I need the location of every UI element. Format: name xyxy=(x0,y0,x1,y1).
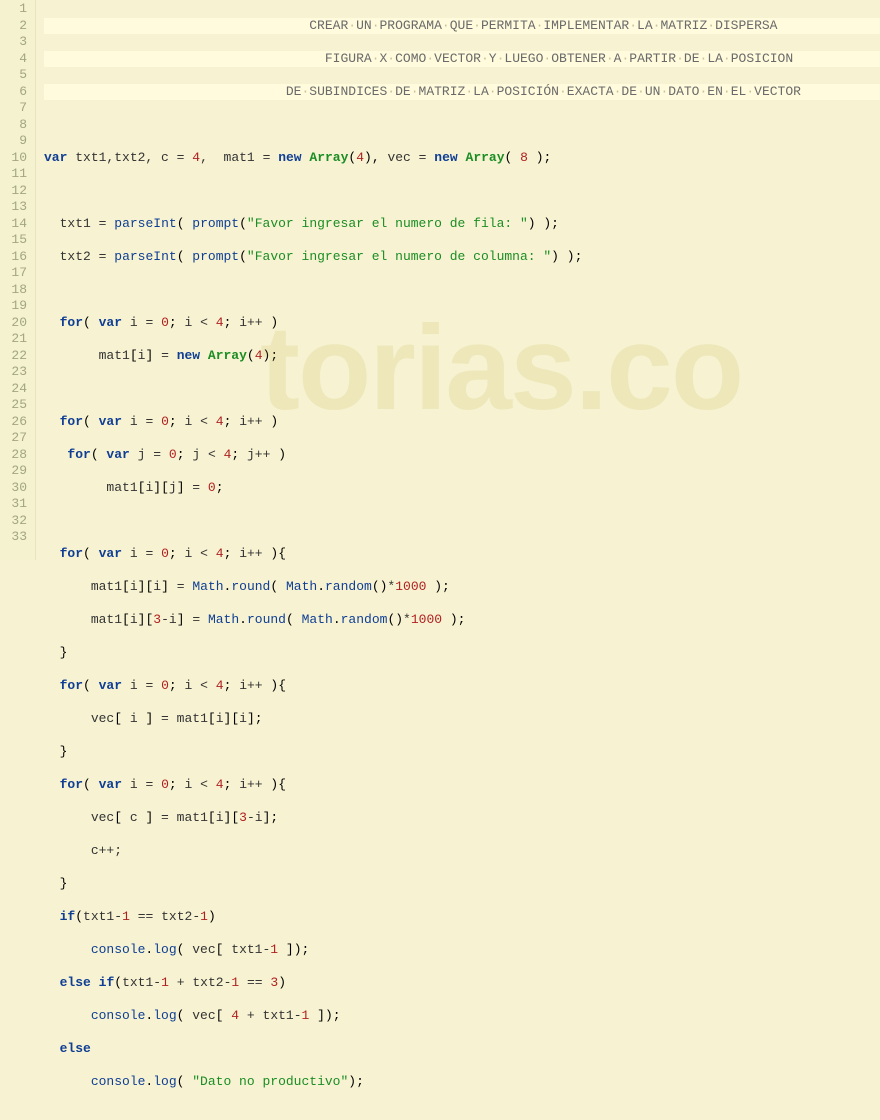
line-number: 12 xyxy=(0,183,27,200)
line-number: 11 xyxy=(0,166,27,183)
line-number: 23 xyxy=(0,364,27,381)
comment: CREAR·UN·PROGRAMA·QUE·PERMITA·IMPLEMENTA… xyxy=(309,18,777,35)
line-number: 19 xyxy=(0,298,27,315)
line-number: 17 xyxy=(0,265,27,282)
code-line: mat1[i][j] = 0; xyxy=(44,480,880,497)
code-line: FIGURA·X·COMO·VECTOR·Y·LUEGO·OBTENER·A·P… xyxy=(44,51,880,68)
line-number: 9 xyxy=(0,133,27,150)
line-number: 28 xyxy=(0,447,27,464)
code-line xyxy=(44,183,880,200)
code-line: for( var i = 0; i < 4; i++ ){ xyxy=(44,678,880,695)
code-line: } xyxy=(44,876,880,893)
line-number: 6 xyxy=(0,84,27,101)
line-number: 25 xyxy=(0,397,27,414)
line-number: 31 xyxy=(0,496,27,513)
line-number: 1 xyxy=(0,1,27,18)
code-line: else if(txt1-1 + txt2-1 == 3) xyxy=(44,975,880,992)
line-number: 4 xyxy=(0,51,27,68)
line-number: 13 xyxy=(0,199,27,216)
code-line: if(txt1-1 == txt2-1) xyxy=(44,909,880,926)
code-line: CREAR·UN·PROGRAMA·QUE·PERMITA·IMPLEMENTA… xyxy=(44,18,880,35)
line-number: 7 xyxy=(0,100,27,117)
code-line: } xyxy=(44,744,880,761)
code-line: c++; xyxy=(44,843,880,860)
line-number: 20 xyxy=(0,315,27,332)
line-number: 18 xyxy=(0,282,27,299)
line-number: 22 xyxy=(0,348,27,365)
code-line: for( var j = 0; j < 4; j++ ) xyxy=(44,447,880,464)
line-number: 16 xyxy=(0,249,27,266)
code-line: DE·SUBINDICES·DE·MATRIZ·LA·POSICIÓN·EXAC… xyxy=(44,84,880,101)
code-line: console.log( vec[ txt1-1 ]); xyxy=(44,942,880,959)
code-line: console.log( "Dato no productivo"); xyxy=(44,1074,880,1091)
code-line xyxy=(44,282,880,299)
line-number: 27 xyxy=(0,430,27,447)
code-line: for( var i = 0; i < 4; i++ ) xyxy=(44,414,880,431)
line-number: 2 xyxy=(0,18,27,35)
code-line: txt1 = parseInt( prompt("Favor ingresar … xyxy=(44,216,880,233)
line-gutter: 1234567891011121314151617181920212223242… xyxy=(0,0,36,560)
code-line: txt2 = parseInt( prompt("Favor ingresar … xyxy=(44,249,880,266)
line-number: 14 xyxy=(0,216,27,233)
code-line: mat1[i] = new Array(4); xyxy=(44,348,880,365)
line-number: 29 xyxy=(0,463,27,480)
line-number: 32 xyxy=(0,513,27,530)
line-number: 26 xyxy=(0,414,27,431)
line-number: 8 xyxy=(0,117,27,134)
code-line: var txt1,txt2, c = 4, mat1 = new Array(4… xyxy=(44,150,880,167)
code-line: } xyxy=(44,645,880,662)
line-number: 5 xyxy=(0,67,27,84)
code-editor: 1234567891011121314151617181920212223242… xyxy=(0,0,880,560)
code-line xyxy=(44,513,880,530)
line-number: 33 xyxy=(0,529,27,546)
code-line xyxy=(44,381,880,398)
comment: DE·SUBINDICES·DE·MATRIZ·LA·POSICIÓN·EXAC… xyxy=(286,84,801,101)
code-line: for( var i = 0; i < 4; i++ ){ xyxy=(44,777,880,794)
line-number: 3 xyxy=(0,34,27,51)
code-line: console.log( vec[ 4 + txt1-1 ]); xyxy=(44,1008,880,1025)
code-line: for( var i = 0; i < 4; i++ ) xyxy=(44,315,880,332)
line-number: 10 xyxy=(0,150,27,167)
comment: FIGURA·X·COMO·VECTOR·Y·LUEGO·OBTENER·A·P… xyxy=(325,51,793,68)
code-line: mat1[i][i] = Math.round( Math.random()*1… xyxy=(44,579,880,596)
line-number: 21 xyxy=(0,331,27,348)
code-line: mat1[i][3-i] = Math.round( Math.random()… xyxy=(44,612,880,629)
line-number: 15 xyxy=(0,232,27,249)
line-number: 30 xyxy=(0,480,27,497)
code-line xyxy=(44,117,880,134)
code-line: else xyxy=(44,1041,880,1058)
code-area[interactable]: CREAR·UN·PROGRAMA·QUE·PERMITA·IMPLEMENTA… xyxy=(36,0,880,560)
line-number: 24 xyxy=(0,381,27,398)
code-line: vec[ c ] = mat1[i][3-i]; xyxy=(44,810,880,827)
code-line: vec[ i ] = mat1[i][i]; xyxy=(44,711,880,728)
